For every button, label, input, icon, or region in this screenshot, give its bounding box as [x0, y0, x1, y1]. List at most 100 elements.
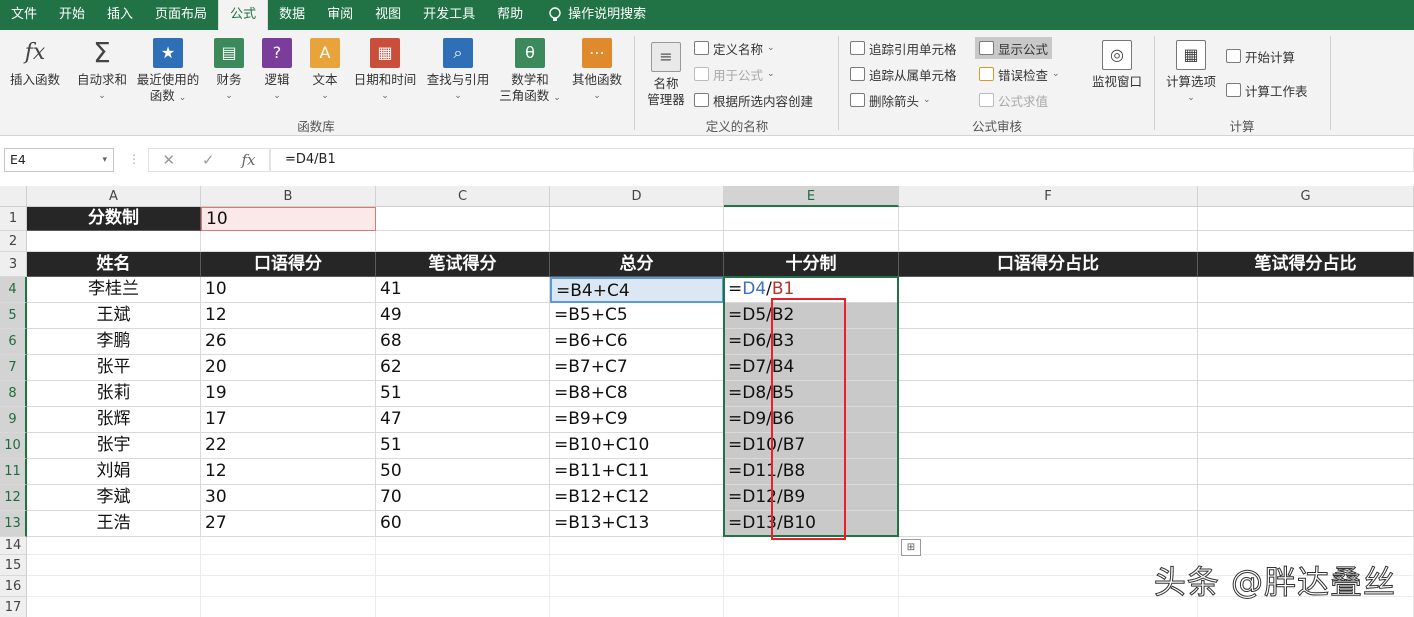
cell-empty[interactable] — [27, 537, 201, 555]
cell-oral-ratio[interactable] — [899, 381, 1198, 407]
cell-oral[interactable]: 17 — [201, 407, 376, 433]
use-in-formula-button[interactable]: 用于公式 ⌄ — [694, 64, 775, 84]
cell-written-ratio[interactable] — [1198, 381, 1414, 407]
cell-written-ratio[interactable] — [1198, 485, 1414, 511]
cell-written[interactable]: 47 — [376, 407, 550, 433]
quick-analysis-icon[interactable]: ⊞ — [901, 539, 921, 556]
cell-written[interactable]: 51 — [376, 433, 550, 459]
cell-empty[interactable] — [376, 576, 550, 597]
trace-dependents-button[interactable]: 追踪从属单元格 — [850, 64, 957, 84]
cell-empty[interactable] — [550, 555, 724, 576]
lookup-button[interactable]: ⌕ 查找与引用 ⌄ — [424, 38, 492, 104]
cell-empty[interactable] — [201, 231, 376, 252]
cell-name[interactable]: 李鹏 — [27, 329, 201, 355]
cell-written-ratio[interactable] — [1198, 329, 1414, 355]
row-header-7[interactable]: 7 — [0, 355, 27, 381]
cell-oral[interactable]: 22 — [201, 433, 376, 459]
formula-input[interactable]: =D4/B1 — [270, 148, 1414, 172]
column-header-f[interactable]: F — [899, 186, 1198, 207]
tab-file[interactable]: 文件 — [0, 0, 48, 30]
cell-name[interactable]: 张平 — [27, 355, 201, 381]
cell-oral-ratio[interactable] — [899, 433, 1198, 459]
watch-window-button[interactable]: ◎ 监视窗口 — [1088, 40, 1146, 90]
evaluate-formula-button[interactable]: 公式求值 — [979, 90, 1048, 110]
cell-tenpt[interactable]: =D5/B2 — [724, 303, 899, 329]
cell-written[interactable]: 41 — [376, 277, 550, 303]
cell-written-ratio[interactable] — [1198, 511, 1414, 537]
cell-written-ratio[interactable] — [1198, 355, 1414, 381]
row-header-10[interactable]: 10 — [0, 433, 27, 459]
recent-functions-button[interactable]: ★ 最近使用的 函数 ⌄ — [134, 38, 202, 106]
row-header-6[interactable]: 6 — [0, 329, 27, 355]
row-header-11[interactable]: 11 — [0, 459, 27, 485]
create-from-selection-button[interactable]: 根据所选内容创建 — [694, 90, 813, 110]
cell-tenpt[interactable]: =D13/B10 — [724, 511, 899, 537]
cell-total[interactable]: =B10+C10 — [550, 433, 724, 459]
row-header-8[interactable]: 8 — [0, 381, 27, 407]
cell-oral[interactable]: 27 — [201, 511, 376, 537]
remove-arrows-button[interactable]: 删除箭头 ⌄ — [850, 90, 931, 110]
cell-total[interactable]: =B5+C5 — [550, 303, 724, 329]
tab-page-layout[interactable]: 页面布局 — [144, 0, 218, 30]
cell-name[interactable]: 张宇 — [27, 433, 201, 459]
row-header-2[interactable]: 2 — [0, 231, 27, 252]
calculate-now-button[interactable]: 开始计算 — [1226, 46, 1295, 66]
cell-written[interactable]: 49 — [376, 303, 550, 329]
column-header-d[interactable]: D — [550, 186, 724, 207]
cell-empty[interactable] — [550, 231, 724, 252]
cell-oral-ratio[interactable] — [899, 355, 1198, 381]
cell-written[interactable]: 62 — [376, 355, 550, 381]
cell-total[interactable]: =B11+C11 — [550, 459, 724, 485]
cell-empty[interactable] — [724, 231, 899, 252]
tell-me-search[interactable]: 操作说明搜索 — [534, 0, 657, 30]
cell-oral[interactable]: 30 — [201, 485, 376, 511]
financial-button[interactable]: ▤ 财务 ⌄ — [210, 38, 248, 104]
row-header-16[interactable]: 16 — [0, 576, 27, 597]
tab-help[interactable]: 帮助 — [486, 0, 534, 30]
cell-empty[interactable] — [27, 597, 201, 617]
cell-oral-ratio[interactable] — [899, 485, 1198, 511]
column-header-g[interactable]: G — [1198, 186, 1414, 207]
cell-written[interactable]: 50 — [376, 459, 550, 485]
select-all-corner[interactable] — [0, 186, 27, 207]
cell-total[interactable]: =B8+C8 — [550, 381, 724, 407]
column-header-e[interactable]: E — [724, 186, 899, 207]
cell-total[interactable]: =B9+C9 — [550, 407, 724, 433]
name-manager-button[interactable]: ≡ 名称 管理器 — [640, 42, 692, 108]
column-title-1[interactable]: 姓名 — [27, 252, 201, 277]
cell-empty[interactable] — [201, 576, 376, 597]
cell-tenpt[interactable]: =D9/B6 — [724, 407, 899, 433]
cell-written-ratio[interactable] — [1198, 303, 1414, 329]
autosum-button[interactable]: Σ 自动求和 ⌄ — [74, 38, 130, 104]
error-checking-button[interactable]: 错误检查 ⌄ — [979, 64, 1060, 84]
column-header-b[interactable]: B — [201, 186, 376, 207]
cell-total[interactable]: =B6+C6 — [550, 329, 724, 355]
cell-empty[interactable] — [376, 537, 550, 555]
more-functions-button[interactable]: ⋯ 其他函数 ⌄ — [568, 38, 626, 104]
row-header-4[interactable]: 4 — [0, 277, 27, 303]
cell-empty[interactable] — [1198, 231, 1414, 252]
name-box-dropdown-icon[interactable]: ▾ — [102, 149, 107, 171]
datetime-button[interactable]: ▦ 日期和时间 ⌄ — [352, 38, 418, 104]
cell-empty[interactable] — [1198, 537, 1414, 555]
cell-total[interactable]: =B13+C13 — [550, 511, 724, 537]
tab-formulas[interactable]: 公式 — [218, 0, 269, 30]
calculation-options-button[interactable]: ▦ 计算选项 ⌄ — [1162, 40, 1220, 106]
cell-empty[interactable] — [724, 207, 899, 231]
calculate-sheet-button[interactable]: 计算工作表 — [1226, 80, 1308, 100]
row-header-14[interactable]: 14 — [0, 537, 27, 555]
cell-empty[interactable] — [724, 576, 899, 597]
cell-oral-ratio[interactable] — [899, 329, 1198, 355]
cell-empty[interactable] — [376, 207, 550, 231]
cell-empty[interactable] — [27, 576, 201, 597]
cell-empty[interactable] — [550, 576, 724, 597]
cell-written-ratio[interactable] — [1198, 277, 1414, 303]
cell-empty[interactable] — [550, 207, 724, 231]
cell-empty[interactable] — [27, 231, 201, 252]
cell-written[interactable]: 51 — [376, 381, 550, 407]
tab-view[interactable]: 视图 — [364, 0, 412, 30]
column-header-a[interactable]: A — [27, 186, 201, 207]
cell-total[interactable]: =B12+C12 — [550, 485, 724, 511]
cell-empty[interactable] — [27, 555, 201, 576]
cell-written-ratio[interactable] — [1198, 459, 1414, 485]
